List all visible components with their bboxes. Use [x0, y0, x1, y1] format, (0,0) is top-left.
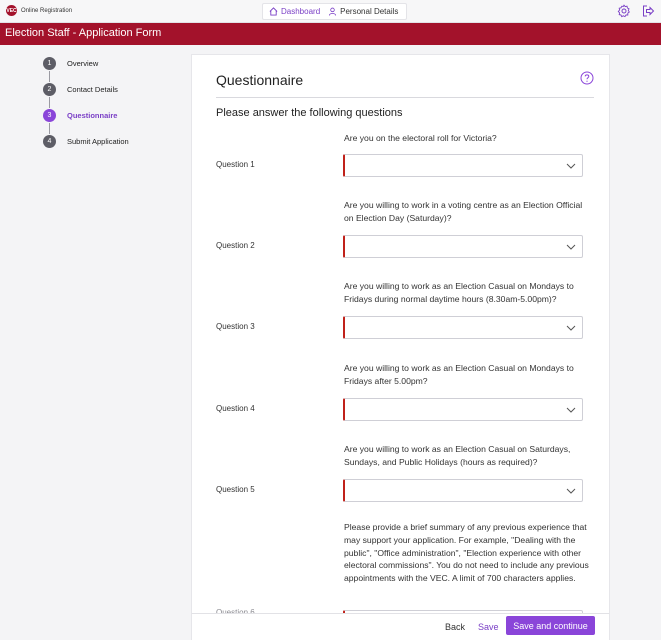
- nav-dashboard-label: Dashboard: [281, 7, 321, 16]
- step-number: 1: [43, 57, 56, 70]
- question-text: Are you on the electoral roll for Victor…: [344, 133, 497, 143]
- form-footer: Back Save Save and continue: [191, 613, 610, 640]
- page-title: Questionnaire: [216, 72, 304, 88]
- step-label: Questionnaire: [67, 111, 118, 120]
- help-icon[interactable]: [580, 71, 594, 85]
- top-icons: [617, 4, 655, 18]
- user-icon: [329, 7, 337, 16]
- chevron-down-icon: [566, 244, 576, 250]
- step-connector: [49, 71, 50, 82]
- chevron-down-icon: [566, 488, 576, 494]
- step-number: 3: [43, 109, 56, 122]
- question-1-select[interactable]: [343, 154, 583, 177]
- step-contact-details[interactable]: 2 Contact Details: [43, 83, 183, 109]
- step-connector: [49, 123, 50, 134]
- step-label: Overview: [67, 59, 99, 68]
- gear-icon[interactable]: [617, 4, 631, 18]
- step-number: 4: [43, 135, 56, 148]
- vec-logo-badge: VEC: [6, 5, 17, 16]
- title-divider: [216, 97, 594, 98]
- step-questionnaire[interactable]: 3 Questionnaire: [43, 109, 183, 135]
- chevron-down-icon: [566, 325, 576, 331]
- question-3-select[interactable]: [343, 316, 583, 339]
- nav-personal-details-label: Personal Details: [340, 7, 399, 16]
- question-label: Question 3: [216, 322, 255, 331]
- top-nav: Dashboard Personal Details: [262, 3, 408, 20]
- step-number: 2: [43, 83, 56, 96]
- save-and-continue-button[interactable]: Save and continue: [506, 616, 595, 635]
- step-label: Submit Application: [67, 137, 129, 146]
- question-2-select[interactable]: [343, 235, 583, 258]
- question-label: Question 4: [216, 404, 255, 413]
- question-label: Question 2: [216, 241, 255, 250]
- question-text: Are you willing to work in a voting cent…: [344, 200, 583, 223]
- questionnaire-card: Questionnaire Please answer the followin…: [191, 54, 610, 640]
- logout-icon[interactable]: [641, 4, 655, 18]
- question-text: Are you willing to work as an Election C…: [344, 363, 574, 386]
- progress-stepper: 1 Overview 2 Contact Details 3 Questionn…: [43, 57, 183, 161]
- form-subtitle: Please answer the following questions: [216, 107, 403, 119]
- back-button[interactable]: Back: [445, 622, 465, 632]
- step-submit-application[interactable]: 4 Submit Application: [43, 135, 183, 161]
- home-icon: [269, 7, 278, 16]
- nav-dashboard[interactable]: Dashboard: [269, 7, 320, 16]
- step-connector: [49, 97, 50, 108]
- vec-logo[interactable]: VEC Online Registration: [6, 5, 72, 16]
- nav-personal-details[interactable]: Personal Details: [328, 7, 398, 16]
- app-title: Online Registration: [21, 7, 73, 14]
- top-bar: VEC Online Registration Dashboard Person…: [0, 0, 661, 23]
- step-label: Contact Details: [67, 85, 118, 94]
- question-5-select[interactable]: [343, 479, 583, 502]
- chevron-down-icon: [566, 163, 576, 169]
- chevron-down-icon: [566, 407, 576, 413]
- form-banner: Election Staff - Application Form: [0, 23, 661, 45]
- save-button[interactable]: Save: [478, 622, 499, 632]
- question-label: Question 1: [216, 160, 255, 169]
- question-text: Please provide a brief summary of any pr…: [344, 522, 589, 584]
- question-text: Are you willing to work as an Election C…: [344, 444, 571, 467]
- question-text: Are you willing to work as an Election C…: [344, 281, 574, 304]
- question-label: Question 5: [216, 485, 255, 494]
- step-overview[interactable]: 1 Overview: [43, 57, 183, 83]
- question-4-select[interactable]: [343, 398, 583, 421]
